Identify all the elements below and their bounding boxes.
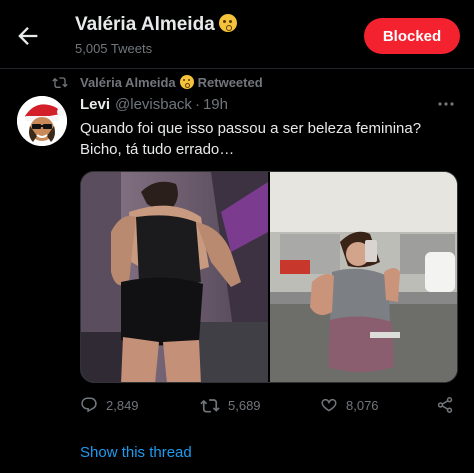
gym-mirror-selfie[interactable] xyxy=(270,172,458,383)
tweet-text-line-1: Quando foi que isso passou a ser beleza … xyxy=(80,120,422,137)
author-handle[interactable]: @levisback xyxy=(115,96,192,113)
show-thread-link[interactable]: Show this thread xyxy=(80,444,192,461)
back-arrow-icon[interactable] xyxy=(14,22,42,50)
profile-name: Valéria Almeida xyxy=(75,14,237,36)
retweet-action[interactable]: 5,689 xyxy=(200,396,261,414)
profile-name-text: Valéria Almeida xyxy=(75,14,215,35)
reply-count: 2,849 xyxy=(106,397,139,413)
header-divider xyxy=(0,68,474,69)
hushed-face-icon xyxy=(179,75,194,89)
separator-dot: · xyxy=(194,96,200,113)
heart-icon xyxy=(321,398,337,412)
hushed-face-icon xyxy=(218,14,237,32)
tweet-time[interactable]: 19h xyxy=(203,96,228,113)
retweet-icon xyxy=(200,399,220,413)
share-action[interactable] xyxy=(436,396,462,414)
tweet-author-row: Levi @levisback · 19h xyxy=(80,96,228,113)
retweeter-name: Valéria Almeida xyxy=(80,74,176,90)
reply-icon xyxy=(81,397,97,413)
tweet-text-line-2: Bicho, tá tudo errado… xyxy=(80,141,235,158)
retweet-context[interactable]: Valéria Almeida Retweeted xyxy=(52,73,263,91)
tweet-actions: 2,849 5,689 8,076 xyxy=(80,396,460,418)
avatar[interactable] xyxy=(17,96,67,146)
tweet-count: 5,005 Tweets xyxy=(75,41,153,56)
tweet-text: Quando foi que isso passou a ser beleza … xyxy=(80,118,460,160)
avatar-illustration xyxy=(17,96,67,146)
blocked-button[interactable]: Blocked xyxy=(364,18,460,54)
retweet-icon xyxy=(52,77,68,88)
like-count: 8,076 xyxy=(346,397,379,413)
more-options-icon[interactable] xyxy=(436,96,456,112)
author-name[interactable]: Levi xyxy=(80,96,110,113)
gym-photo-back-view[interactable] xyxy=(81,172,268,383)
profile-header: Valéria Almeida 5,005 Tweets Blocked xyxy=(0,0,474,68)
like-action[interactable]: 8,076 xyxy=(320,396,379,414)
tweet-media xyxy=(80,171,458,383)
retweeted-label: Retweeted xyxy=(197,74,263,90)
retweet-count: 5,689 xyxy=(228,397,261,413)
share-icon xyxy=(437,397,453,413)
reply-action[interactable]: 2,849 xyxy=(80,396,139,414)
